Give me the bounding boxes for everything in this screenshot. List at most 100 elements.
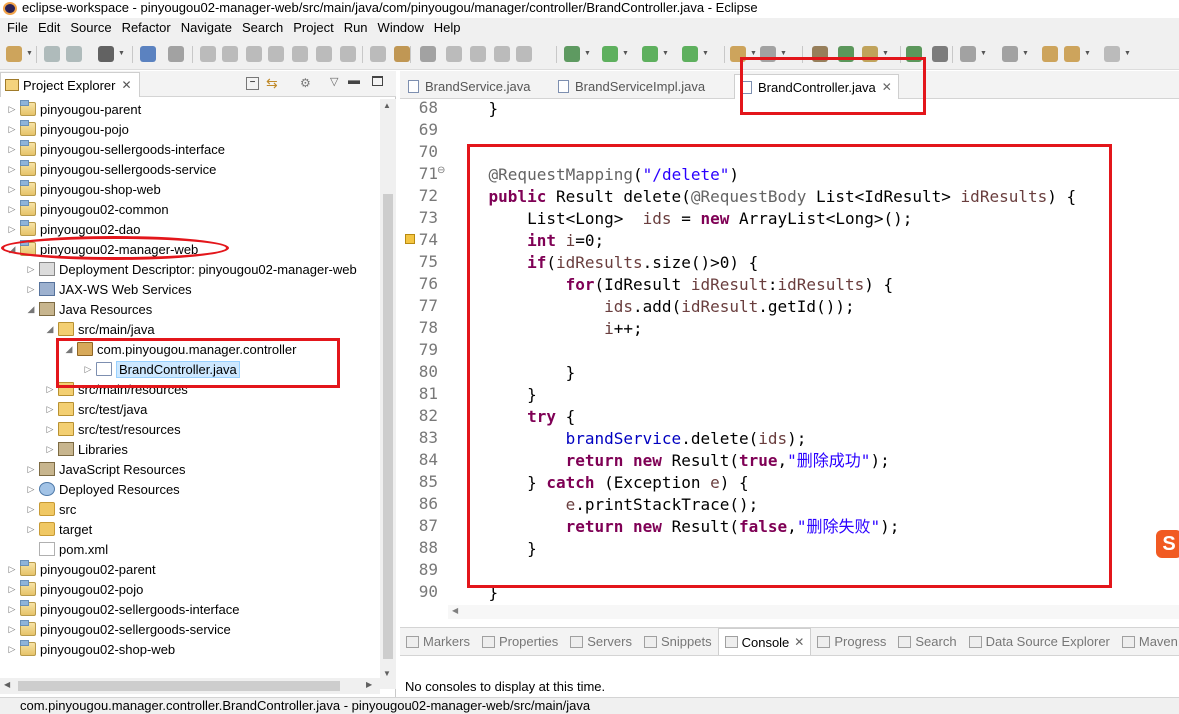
last-edit-icon[interactable] (1042, 46, 1058, 62)
expanded-arrow-icon[interactable]: ◢ (6, 244, 18, 255)
collapsed-arrow-icon[interactable]: ▷ (6, 564, 18, 575)
collapsed-arrow-icon[interactable]: ▷ (25, 264, 37, 275)
view-menu-icon[interactable]: ▽ (330, 75, 338, 88)
tree-item[interactable]: ▷ pinyougou02-shop-web (6, 639, 175, 659)
collapsed-arrow-icon[interactable]: ▷ (6, 204, 18, 215)
code-line[interactable]: int i=0; (450, 230, 1179, 252)
run-dropdown-icon[interactable]: ▼ (622, 50, 629, 57)
tab-brandserviceimpl-java[interactable]: BrandServiceImpl.java (558, 74, 705, 99)
collapsed-arrow-icon[interactable]: ▷ (6, 624, 18, 635)
collapsed-arrow-icon[interactable]: ▷ (6, 104, 18, 115)
minimize-icon[interactable]: ▬ (348, 73, 360, 87)
new-server-dropdown-icon[interactable]: ▼ (750, 50, 757, 57)
tree-item[interactable]: ▷ pinyougou02-parent (6, 559, 156, 579)
tree-item[interactable]: pom.xml (25, 539, 108, 559)
tree-item[interactable]: ▷ pinyougou02-dao (6, 219, 140, 239)
scroll-left-icon[interactable]: ◀ (4, 680, 10, 689)
close-icon[interactable]: ✕ (882, 80, 892, 94)
skip-breakpoints-icon[interactable] (168, 46, 184, 62)
bug-icon[interactable] (564, 46, 580, 62)
drop-to-frame-icon[interactable] (370, 46, 386, 62)
maximize-icon[interactable] (372, 76, 383, 86)
collapsed-arrow-icon[interactable]: ▷ (6, 144, 18, 155)
open-type-dropdown-icon[interactable]: ▼ (882, 50, 889, 57)
menu-item-window[interactable]: Window (373, 18, 429, 38)
collapsed-arrow-icon[interactable]: ▷ (25, 504, 37, 515)
tree-item[interactable]: ▷ pinyougou-shop-web (6, 179, 161, 199)
use-step-filters-icon[interactable] (394, 46, 410, 62)
tree-item[interactable]: ▷ pinyougou-pojo (6, 119, 129, 139)
menu-item-edit[interactable]: Edit (33, 18, 65, 38)
code-line[interactable]: } (450, 384, 1179, 406)
forward-dropdown-icon[interactable]: ▼ (1124, 50, 1131, 57)
focus-icon[interactable]: ⚙ (300, 76, 311, 90)
terminal-icon[interactable] (140, 46, 156, 62)
tree-item[interactable]: ◢ src/main/java (44, 319, 155, 339)
tree-item[interactable]: ▷ src/test/java (44, 399, 148, 419)
tree-scroll-thumb[interactable] (383, 194, 393, 659)
tab-progress[interactable]: Progress (811, 628, 892, 655)
menu-item-navigate[interactable]: Navigate (176, 18, 237, 38)
coverage-icon[interactable] (682, 46, 698, 62)
collapsed-arrow-icon[interactable]: ▷ (6, 184, 18, 195)
menu-item-source[interactable]: Source (65, 18, 116, 38)
scroll-left-icon[interactable]: ◀ (452, 606, 458, 615)
code-line[interactable]: if(idResults.size()>0) { (450, 252, 1179, 274)
menu-item-project[interactable]: Project (288, 18, 338, 38)
code-line[interactable]: e.printStackTrace(); (450, 494, 1179, 516)
tree-item[interactable]: ◢ Java Resources (25, 299, 153, 319)
code-editor[interactable]: 68 } 69 70 71 @RequestMapping("/delete") 72 … (400, 99, 1179, 619)
menu-item-search[interactable]: Search (237, 18, 288, 38)
code-line[interactable]: } (450, 362, 1179, 384)
menu-item-file[interactable]: File (2, 18, 33, 38)
collapsed-arrow-icon[interactable]: ▷ (44, 424, 56, 435)
tree-item[interactable]: ▷ src/main/resources (44, 379, 188, 399)
code-line[interactable]: for(IdResult idResult:idResults) { (450, 274, 1179, 296)
tab-snippets[interactable]: Snippets (638, 628, 718, 655)
tree-item[interactable]: ▷ Deployment Descriptor: pinyougou02-mana… (25, 259, 357, 279)
menu-item-run[interactable]: Run (339, 18, 373, 38)
new-class-icon[interactable] (838, 46, 854, 62)
tab-servers[interactable]: Servers (564, 628, 638, 655)
collapsed-arrow-icon[interactable]: ▷ (25, 524, 37, 535)
code-line[interactable]: } (450, 99, 1179, 120)
debug-target-dropdown-icon[interactable]: ▼ (118, 50, 125, 57)
step-into-icon[interactable] (292, 46, 308, 62)
menu-item-refactor[interactable]: Refactor (117, 18, 176, 38)
tree-item[interactable]: ◢ com.pinyougou.manager.controller (63, 339, 297, 359)
tab-console[interactable]: Console ✕ (717, 628, 812, 655)
scroll-right-icon[interactable]: ▶ (366, 680, 372, 689)
expanded-arrow-icon[interactable]: ◢ (63, 344, 75, 355)
back-dropdown-icon[interactable]: ▼ (1084, 50, 1091, 57)
tab-maven[interactable]: Maven (1116, 628, 1179, 655)
tree-item[interactable]: ▷ pinyougou02-sellergoods-interface (6, 599, 239, 619)
expanded-arrow-icon[interactable]: ◢ (25, 304, 37, 315)
new-package-icon[interactable] (812, 46, 828, 62)
editor-horizontal-scrollbar[interactable]: ◀ (448, 605, 1179, 619)
code-line[interactable]: ids.add(idResult.getId()); (450, 296, 1179, 318)
code-line[interactable]: } (450, 582, 1179, 604)
save-all-icon[interactable] (66, 46, 82, 62)
new-dropdown-icon[interactable]: ▼ (26, 50, 33, 57)
code-line[interactable]: return new Result(true,"删除成功"); (450, 450, 1179, 472)
code-line[interactable]: i++; (450, 318, 1179, 340)
code-line[interactable]: try { (450, 406, 1179, 428)
tree-item[interactable]: ▷ pinyougou-sellergoods-interface (6, 139, 225, 159)
annotation-icon[interactable] (420, 46, 436, 62)
tab-data-source-explorer[interactable]: Data Source Explorer (963, 628, 1116, 655)
collapsed-arrow-icon[interactable]: ▷ (25, 464, 37, 475)
tree-horizontal-scrollbar[interactable]: ◀ ▶ (0, 678, 380, 694)
code-line[interactable]: public Result delete(@RequestBody List<I… (450, 186, 1179, 208)
debug-target-icon[interactable] (98, 46, 114, 62)
suspend-icon[interactable] (222, 46, 238, 62)
code-line[interactable]: List<Long> ids = new ArrayList<Long>(); (450, 208, 1179, 230)
bug-dropdown-icon[interactable]: ▼ (584, 50, 591, 57)
forward-icon[interactable] (1104, 46, 1120, 62)
collapsed-arrow-icon[interactable]: ▷ (44, 444, 56, 455)
disconnect-icon[interactable] (268, 46, 284, 62)
tree-hscroll-thumb[interactable] (18, 681, 340, 691)
run-icon[interactable] (602, 46, 618, 62)
step-over-icon[interactable] (316, 46, 332, 62)
collapsed-arrow-icon[interactable]: ▷ (6, 164, 18, 175)
scroll-down-icon[interactable]: ▼ (383, 669, 391, 678)
